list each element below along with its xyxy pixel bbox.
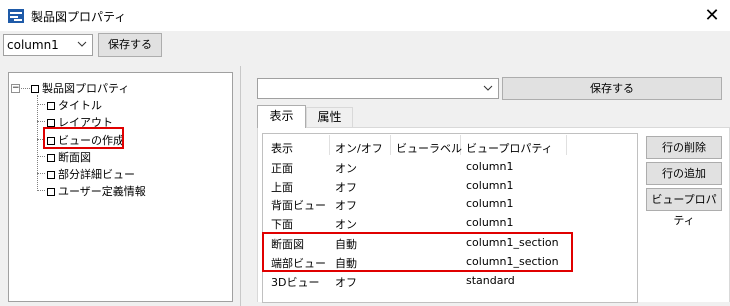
tree-connector	[37, 95, 38, 191]
table-cell[interactable]: オフ	[335, 179, 357, 195]
tree-item-label: 断面図	[58, 151, 91, 164]
tree-item-label: タイトル	[58, 99, 102, 112]
column-separator	[329, 135, 330, 155]
column-header[interactable]: ビューラベル	[396, 140, 462, 156]
add-row-button[interactable]: 行の追加	[646, 162, 722, 185]
table-cell[interactable]: 正面	[271, 160, 293, 176]
tree-connector	[37, 173, 45, 174]
close-icon[interactable]: ✕	[694, 0, 730, 31]
column-header[interactable]: 表示	[271, 140, 293, 156]
property-set-value: column1	[7, 38, 59, 52]
checkbox-icon	[47, 102, 55, 110]
tree-item-label: 部分詳細ビュー	[58, 168, 135, 181]
table-cell[interactable]: オン	[335, 160, 357, 176]
checkbox-icon	[47, 119, 55, 127]
table-cell[interactable]: 背面ビュー	[271, 197, 326, 213]
splitter[interactable]	[240, 66, 241, 306]
tree-item-user-info[interactable]: ユーザー定義情報	[47, 183, 146, 199]
chevron-down-icon	[77, 41, 87, 47]
tree-connector	[37, 121, 45, 122]
table-cell[interactable]: column1	[466, 197, 514, 210]
view-combo[interactable]	[257, 78, 499, 99]
table-cell[interactable]: column1	[466, 179, 514, 192]
table-cell[interactable]: column1	[466, 216, 514, 229]
tree-root[interactable]: 製品図プロパティ	[31, 80, 129, 96]
checkbox-icon	[31, 85, 39, 93]
tree-item-section[interactable]: 断面図	[47, 149, 91, 165]
tree-connector	[37, 156, 45, 157]
save-button[interactable]: 保存する	[98, 33, 162, 57]
title-bar: 製品図プロパティ ✕	[0, 0, 730, 31]
view-properties-button[interactable]: ビュープロパティ	[646, 188, 722, 227]
property-set-combo[interactable]: column1	[3, 34, 93, 56]
checkbox-icon	[47, 154, 55, 162]
tree-root-label: 製品図プロパティ	[42, 82, 130, 95]
highlight-box-tree	[43, 127, 124, 149]
table-cell[interactable]: オフ	[335, 197, 357, 213]
app-icon	[8, 9, 24, 23]
checkbox-icon	[47, 171, 55, 179]
tree-item-title[interactable]: タイトル	[47, 97, 102, 113]
table-cell[interactable]: column1	[466, 160, 514, 173]
tab-attributes[interactable]: 属性	[306, 107, 353, 127]
tree-connector	[37, 104, 45, 105]
column-separator	[390, 135, 391, 155]
delete-row-button[interactable]: 行の削除	[646, 136, 722, 159]
tree-item-label: ユーザー定義情報	[58, 185, 146, 198]
collapse-icon[interactable]: −	[11, 84, 20, 93]
checkbox-icon	[47, 188, 55, 196]
table-cell[interactable]: 3Dビュー	[271, 274, 319, 290]
chevron-down-icon	[483, 85, 493, 91]
table-cell[interactable]: 下面	[271, 216, 293, 232]
highlight-box-table	[262, 232, 573, 272]
table-cell[interactable]: オン	[335, 216, 357, 232]
table-cell[interactable]: standard	[466, 274, 515, 287]
tab-display[interactable]: 表示	[257, 105, 306, 128]
window-title: 製品図プロパティ	[31, 10, 127, 24]
table-cell[interactable]: オフ	[335, 274, 357, 290]
table-cell[interactable]: 上面	[271, 179, 293, 195]
tree-connector	[37, 190, 45, 191]
save-view-button[interactable]: 保存する	[502, 77, 722, 100]
tree-item-detail-view[interactable]: 部分詳細ビュー	[47, 166, 135, 182]
column-separator	[566, 135, 567, 155]
column-header[interactable]: ビュープロパティ	[466, 140, 553, 156]
tree-connector	[21, 88, 30, 89]
column-header[interactable]: オン/オフ	[335, 140, 383, 156]
